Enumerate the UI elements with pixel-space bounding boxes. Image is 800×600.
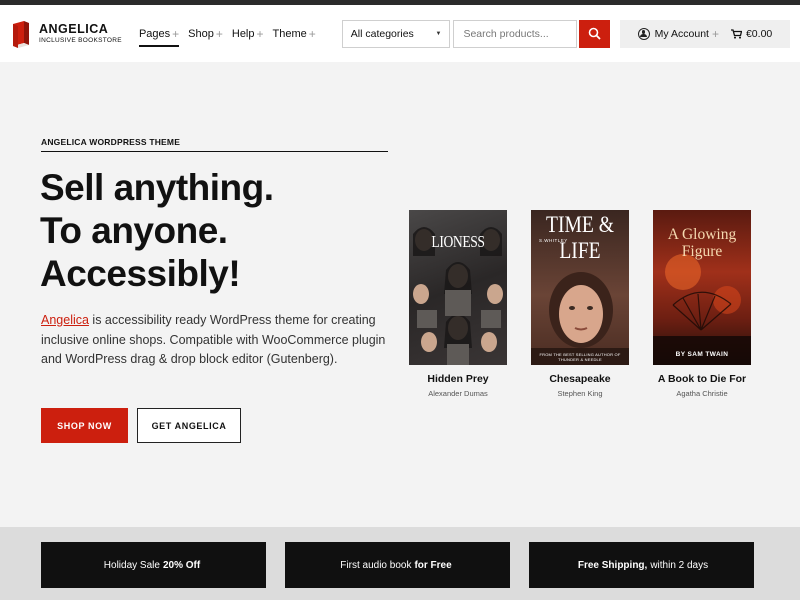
hero-description-text: is accessibility ready WordPress theme f… (41, 313, 386, 366)
promo-text: Holiday Sale (103, 559, 160, 571)
category-select-value: All categories (350, 27, 414, 40)
caret-down-icon: ▼ (435, 30, 442, 37)
nav-item-help[interactable]: Help + (232, 21, 264, 47)
shop-now-button[interactable]: SHOP NOW (41, 408, 128, 443)
my-account-link[interactable]: My Account (655, 28, 709, 40)
plus-icon: + (256, 26, 264, 41)
cart-icon[interactable] (730, 28, 742, 39)
headline-line: Sell anything. (40, 167, 274, 208)
main-nav: Pages + Shop + Help + Theme + (138, 5, 325, 62)
book-title[interactable]: A Book to Die For (653, 373, 751, 385)
plus-icon: + (215, 26, 223, 41)
category-select[interactable]: All categories ▼ (341, 19, 451, 48)
search-button[interactable] (579, 19, 610, 48)
nav-item-shop[interactable]: Shop + (188, 21, 223, 47)
cover-title: LIONESS (431, 232, 485, 251)
nav-item-pages[interactable]: Pages + (138, 21, 180, 47)
headline-line: Accessibly! (40, 253, 241, 294)
headline-line: To anyone. (40, 210, 228, 251)
promo-highlight: Free Shipping, (577, 559, 648, 571)
cover-author: S.WHITLEY (539, 238, 568, 243)
book-cover-image[interactable]: LIONESS (409, 210, 507, 365)
get-angelica-button[interactable]: GET ANGELICA (137, 408, 241, 443)
book-title[interactable]: Hidden Prey (409, 373, 507, 385)
nav-item-label: Help (231, 27, 255, 40)
book-author: Stephen King (557, 389, 603, 398)
promo-free-shipping[interactable]: Free Shipping, within 2 days (529, 542, 754, 588)
nav-item-label: Shop (188, 27, 214, 40)
hero-section: ANGELICA WORDPRESS THEME Sell anything. … (0, 62, 800, 527)
hero-eyebrow: ANGELICA WORDPRESS THEME (41, 137, 388, 152)
promo-band: Holiday Sale 20% Off First audio book fo… (0, 527, 800, 600)
search-icon (588, 27, 601, 40)
site-logo[interactable]: ANGELICA INCLUSIVE BOOKSTORE (10, 20, 129, 48)
promo-holiday-sale[interactable]: Holiday Sale 20% Off (41, 542, 266, 588)
book-card-a-book-to-die-for[interactable]: A Glowing Figure BY SAM TWAIN A Book to … (653, 210, 751, 398)
brand-name: ANGELICA (39, 21, 109, 36)
promo-text-suffix: within 2 days (650, 559, 709, 571)
site-header: ANGELICA INCLUSIVE BOOKSTORE Pages + Shop… (0, 5, 800, 62)
cover-title: A Glowing Figure (667, 226, 737, 260)
plus-icon: + (172, 26, 180, 41)
book-card-chesapeake[interactable]: TIME & LIFE S.WHITLEY FROM THE BEST SELL… (531, 210, 629, 398)
nav-item-theme[interactable]: Theme + (273, 21, 316, 47)
promo-highlight: 20% Off (162, 559, 201, 571)
book-cover-image[interactable]: TIME & LIFE S.WHITLEY FROM THE BEST SELL… (531, 210, 629, 365)
nav-item-label: Pages (138, 27, 171, 40)
brand-tagline: INCLUSIVE BOOKSTORE (39, 36, 122, 44)
cart-total[interactable]: €0.00 (746, 28, 772, 40)
plus-icon: + (308, 26, 316, 41)
promo-text: First audio book (340, 559, 412, 571)
book-title[interactable]: Chesapeake (531, 373, 629, 385)
search-input[interactable] (453, 19, 578, 48)
book-cover-image[interactable]: A Glowing Figure BY SAM TWAIN (653, 210, 751, 365)
account-cart-bar: My Account + €0.00 (619, 19, 790, 48)
user-icon (637, 27, 650, 40)
promo-highlight: for Free (414, 559, 452, 571)
book-author: Agatha Christie (676, 389, 728, 398)
hero-description: Angelica is accessibility ready WordPres… (41, 311, 386, 370)
promo-audio-book[interactable]: First audio book for Free (285, 542, 510, 588)
cover-author: BY SAM TWAIN (675, 351, 729, 358)
book-card-hidden-prey[interactable]: LIONESS Hidden Prey Alexander Dumas (409, 210, 507, 398)
plus-icon: + (711, 26, 719, 41)
book-author: Alexander Dumas (428, 389, 488, 398)
hero-headline: Sell anything. To anyone. Accessibly! (40, 166, 274, 295)
cover-footer: FROM THE BEST SELLING AUTHOR OF THUNDER … (539, 352, 621, 362)
book-logo-icon (10, 20, 32, 48)
angelica-link[interactable]: Angelica (41, 313, 89, 327)
nav-item-label: Theme (272, 27, 307, 40)
